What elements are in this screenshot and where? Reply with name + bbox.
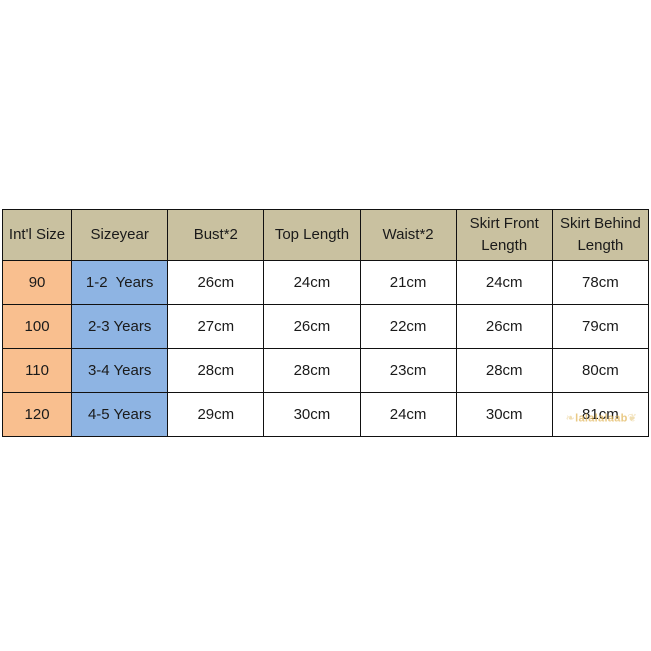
table-row: 120 4-5 Years 29cm 30cm 24cm 30cm 81cm ❧… — [1, 392, 650, 437]
cell-skirt-front-length: 26cm — [455, 304, 553, 349]
table-row: 90 1-2 Years 26cm 24cm 21cm 24cm 78cm — [1, 260, 650, 305]
cell-top-length: 24cm — [263, 260, 361, 305]
cell-intl-size: 90 — [1, 260, 73, 305]
cell-sizeyear: 3-4 Years — [71, 348, 169, 393]
header-top-length: Top Length — [263, 209, 361, 261]
wing-left-icon: ❧ — [565, 411, 576, 424]
wing-right-icon: ❦ — [627, 411, 638, 424]
table-row: 110 3-4 Years 28cm 28cm 23cm 28cm 80cm — [1, 348, 650, 393]
cell-skirt-behind-length: 79cm — [551, 304, 650, 349]
header-skirt-behind-length: Skirt Behind Length — [551, 209, 650, 261]
cell-skirt-front-length: 28cm — [455, 348, 553, 393]
cell-skirt-behind-length: 81cm ❧lalalalaab❦ — [551, 392, 650, 437]
cell-waist: 22cm — [359, 304, 457, 349]
cell-skirt-behind-length: 80cm — [551, 348, 650, 393]
cell-intl-size: 110 — [1, 348, 73, 393]
cell-sizeyear: 4-5 Years — [71, 392, 169, 437]
size-chart-table: Int'l Size Sizeyear Bust*2 Top Length Wa… — [1, 209, 650, 437]
cell-skirt-front-length: 30cm — [455, 392, 553, 437]
cell-intl-size: 120 — [1, 392, 73, 437]
cell-top-length: 26cm — [263, 304, 361, 349]
cell-intl-size: 100 — [1, 304, 73, 349]
header-bust: Bust*2 — [167, 209, 265, 261]
cell-bust: 26cm — [167, 260, 265, 305]
header-waist: Waist*2 — [359, 209, 457, 261]
header-intl-size: Int'l Size — [1, 209, 73, 261]
header-sizeyear: Sizeyear — [71, 209, 169, 261]
cell-value: 81cm — [582, 405, 619, 423]
cell-bust: 27cm — [167, 304, 265, 349]
cell-skirt-front-length: 24cm — [455, 260, 553, 305]
header-row: Int'l Size Sizeyear Bust*2 Top Length Wa… — [1, 209, 650, 261]
cell-sizeyear: 1-2 Years — [71, 260, 169, 305]
cell-top-length: 28cm — [263, 348, 361, 393]
cell-waist: 21cm — [359, 260, 457, 305]
cell-bust: 29cm — [167, 392, 265, 437]
cell-waist: 24cm — [359, 392, 457, 437]
table-row: 100 2-3 Years 27cm 26cm 22cm 26cm 79cm — [1, 304, 650, 349]
cell-skirt-behind-length: 78cm — [551, 260, 650, 305]
cell-waist: 23cm — [359, 348, 457, 393]
header-skirt-front-length: Skirt Front Length — [455, 209, 553, 261]
cell-bust: 28cm — [167, 348, 265, 393]
cell-top-length: 30cm — [263, 392, 361, 437]
cell-sizeyear: 2-3 Years — [71, 304, 169, 349]
